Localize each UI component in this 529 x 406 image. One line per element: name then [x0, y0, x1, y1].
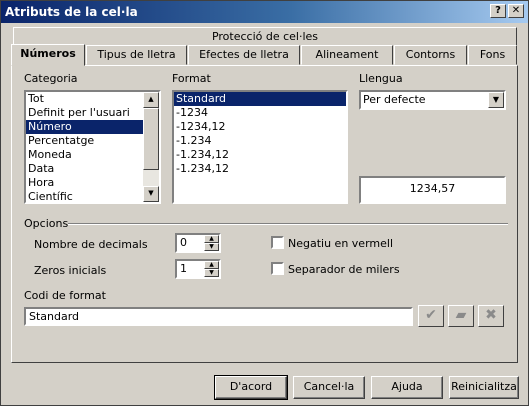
list-item[interactable]: -1.234: [174, 134, 346, 148]
leading-zeros-label: Zeros inicials: [34, 264, 107, 277]
close-title-button[interactable]: ✕: [508, 4, 524, 18]
options-separator: [68, 223, 508, 225]
format-code-label: Codi de format: [24, 289, 106, 302]
decimals-stepper[interactable]: 0 ▲ ▼: [175, 233, 221, 253]
tab-font[interactable]: Tipus de lletra: [86, 45, 187, 65]
language-dropdown[interactable]: Per defecte ▼: [359, 90, 506, 110]
options-title: Opcions: [24, 217, 69, 230]
negative-red-label[interactable]: Negatiu en vermell: [288, 237, 393, 250]
format-label: Format: [172, 72, 211, 85]
spin-down-icon[interactable]: ▼: [204, 243, 219, 251]
category-label: Categoria: [24, 72, 78, 85]
tab-alignment[interactable]: Alineament: [301, 45, 393, 65]
spin-down-icon[interactable]: ▼: [204, 269, 219, 277]
spin-up-icon[interactable]: ▲: [204, 235, 219, 243]
numbers-panel: Categoria Tot Definit per l'usuari Númer…: [11, 65, 518, 363]
delete-icon[interactable]: ✖: [478, 305, 504, 327]
format-list[interactable]: Standard -1234 -1234,12 -1.234 -1.234,12…: [172, 90, 348, 204]
list-item[interactable]: -1234: [174, 106, 346, 120]
check-icon[interactable]: ✔: [418, 305, 444, 327]
format-preview: 1234,57: [359, 176, 506, 204]
title-bar: Atributs de la cel·la ? ✕: [1, 1, 528, 23]
comment-icon[interactable]: ▰: [448, 305, 474, 327]
tab-background[interactable]: Fons: [468, 45, 517, 65]
reset-button[interactable]: Reinicialitza: [449, 376, 519, 399]
list-item[interactable]: Definit per l'usuari: [26, 106, 159, 120]
tab-cell-protection[interactable]: Protecció de cel·les: [13, 27, 517, 47]
cancel-button[interactable]: Cancel·la: [293, 376, 365, 399]
tab-numbers[interactable]: Números: [11, 44, 85, 66]
list-item[interactable]: Standard: [174, 92, 346, 106]
spin-up-icon[interactable]: ▲: [204, 261, 219, 269]
tab-font-effects[interactable]: Efectes de lletra: [188, 45, 300, 65]
list-item[interactable]: Hora: [26, 176, 159, 190]
list-item[interactable]: -1.234,12: [174, 148, 346, 162]
thousands-separator-checkbox[interactable]: [271, 262, 284, 275]
list-item[interactable]: Científic: [26, 190, 159, 202]
language-label: Llengua: [359, 72, 403, 85]
category-scrollbar[interactable]: ▲ ▼: [143, 92, 159, 202]
list-item[interactable]: Tot: [26, 92, 159, 106]
format-code-field[interactable]: Standard: [24, 307, 413, 326]
thousands-separator-label[interactable]: Separador de milers: [288, 263, 400, 276]
help-button[interactable]: Ajuda: [371, 376, 443, 399]
list-item[interactable]: Percentatge: [26, 134, 159, 148]
ok-button[interactable]: D'acord: [214, 375, 288, 400]
decimals-label: Nombre de decimals: [34, 238, 148, 251]
scroll-up-icon[interactable]: ▲: [143, 92, 159, 108]
scroll-thumb[interactable]: [143, 108, 159, 170]
list-item[interactable]: Moneda: [26, 148, 159, 162]
help-title-button[interactable]: ?: [490, 4, 506, 18]
dialog-title: Atributs de la cel·la: [5, 5, 138, 19]
tab-borders[interactable]: Contorns: [394, 45, 467, 65]
category-list[interactable]: Tot Definit per l'usuari Número Percenta…: [24, 90, 161, 204]
leading-zeros-stepper[interactable]: 1 ▲ ▼: [175, 259, 221, 279]
chevron-down-icon[interactable]: ▼: [488, 92, 504, 108]
dialog-window: Atributs de la cel·la ? ✕ Protecció de c…: [0, 0, 529, 406]
list-item[interactable]: Data: [26, 162, 159, 176]
list-item[interactable]: -1234,12: [174, 120, 346, 134]
list-item[interactable]: -1.234,12: [174, 162, 346, 176]
scroll-down-icon[interactable]: ▼: [143, 186, 159, 202]
negative-red-checkbox[interactable]: [271, 236, 284, 249]
list-item[interactable]: Número: [26, 120, 159, 134]
